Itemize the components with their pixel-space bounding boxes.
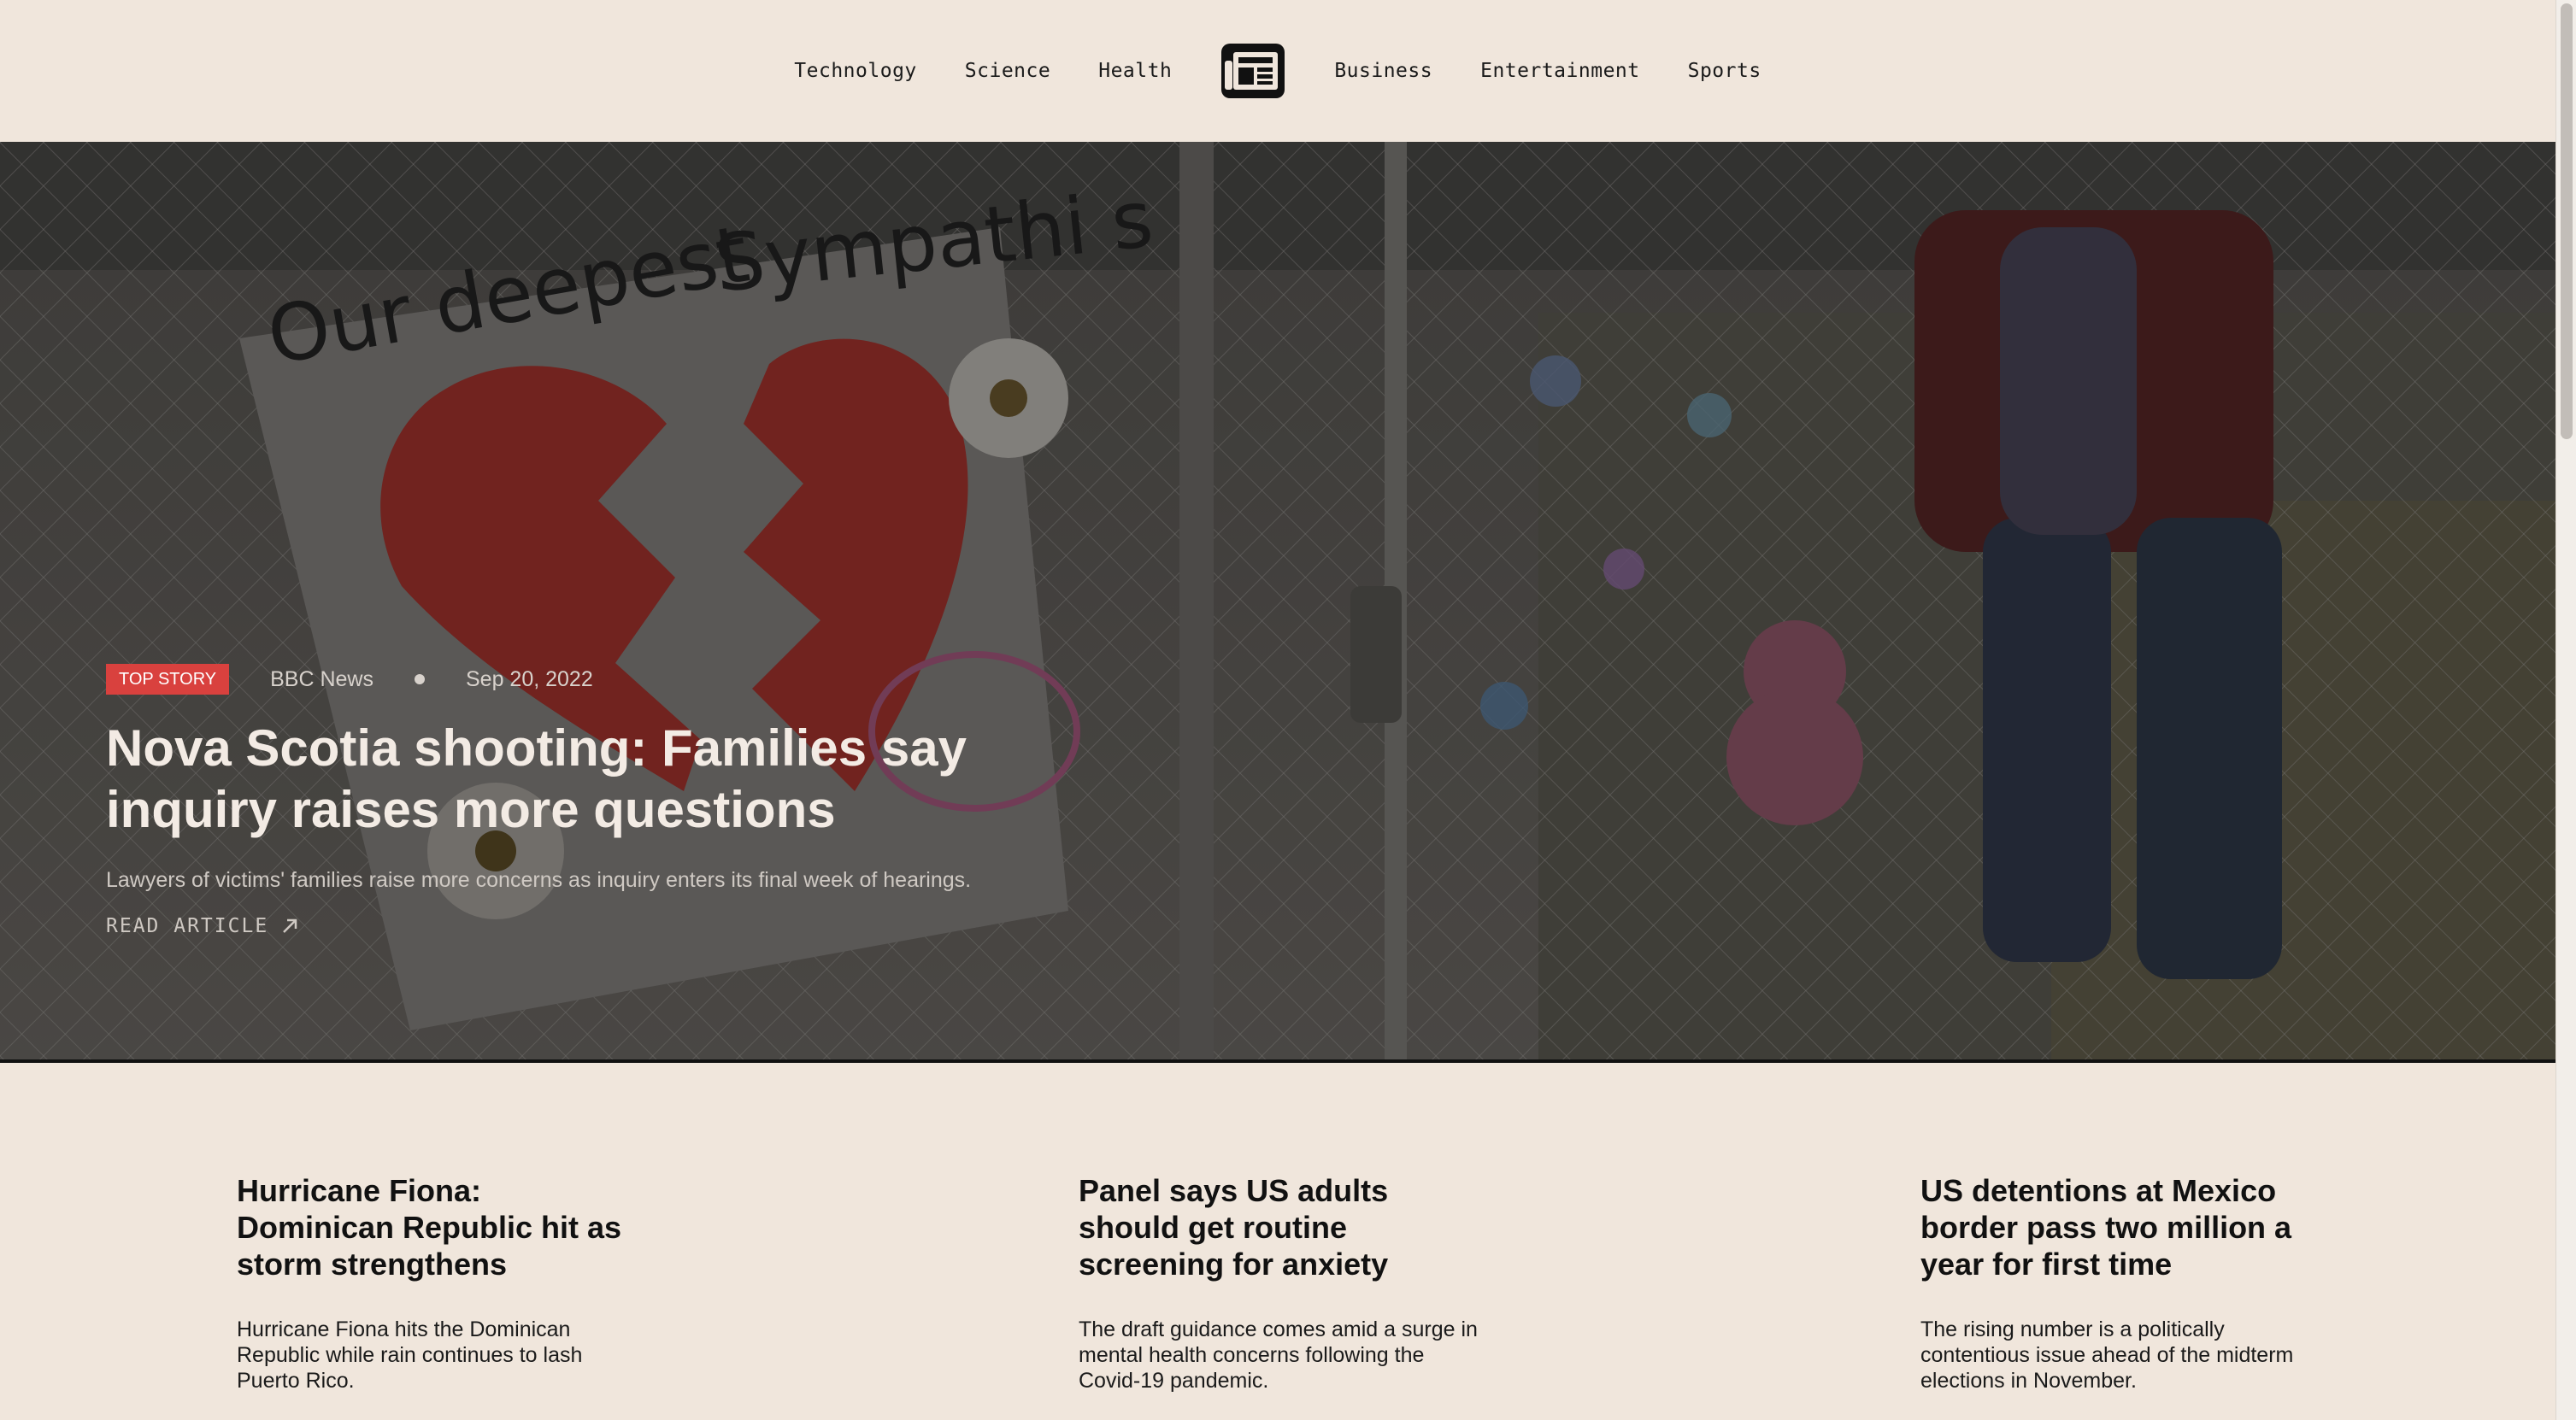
top-nav: Technology Science Health Business Enter…: [0, 0, 2555, 142]
newspaper-icon[interactable]: [1220, 42, 1286, 100]
article-description: Hurricane Fiona hits the Dominican Repub…: [237, 1317, 583, 1393]
hero-date: Sep 20, 2022: [466, 666, 593, 691]
hero-title[interactable]: Nova Scotia shooting: Families say inqui…: [106, 718, 1003, 841]
article-title[interactable]: Hurricane Fiona: Dominican Republic hit …: [237, 1172, 647, 1282]
article-card[interactable]: Hurricane Fiona: Dominican Republic hit …: [237, 1172, 647, 1394]
hero-source: BBC News: [270, 666, 373, 691]
article-description: The rising number is a politically conte…: [1920, 1317, 2294, 1393]
nav-item-health[interactable]: Health: [1098, 60, 1172, 82]
nav-item-business[interactable]: Business: [1334, 60, 1432, 82]
hero-meta: TOP STORY BBC News Sep 20, 2022: [106, 663, 1132, 695]
article-title[interactable]: Panel says US adults should get routine …: [1079, 1172, 1489, 1282]
vertical-scrollbar[interactable]: [2555, 0, 2576, 1420]
nav-item-science[interactable]: Science: [965, 60, 1050, 82]
nav-item-sports[interactable]: Sports: [1688, 60, 1761, 82]
hero-description: Lawyers of victims' families raise more …: [106, 868, 972, 892]
article-card[interactable]: US detentions at Mexico border pass two …: [1920, 1172, 2331, 1394]
nav-item-technology[interactable]: Technology: [794, 60, 916, 82]
top-story-badge: TOP STORY: [106, 664, 230, 695]
article-title[interactable]: US detentions at Mexico border pass two …: [1920, 1172, 2331, 1282]
read-article-link[interactable]: READ ARTICLE: [106, 915, 299, 937]
meta-separator-dot: [415, 674, 425, 684]
scrollbar-thumb[interactable]: [2561, 3, 2573, 439]
nav-item-entertainment[interactable]: Entertainment: [1480, 60, 1640, 82]
arrow-up-right-icon: [283, 918, 297, 933]
article-description: The draft guidance comes amid a surge in…: [1079, 1317, 1478, 1393]
article-card[interactable]: Panel says US adults should get routine …: [1079, 1172, 1489, 1394]
hero-banner[interactable]: Our deepest Sympathi s TOP STORY BBC New…: [0, 142, 2555, 1063]
read-article-label: READ ARTICLE: [106, 915, 269, 937]
hero-content: TOP STORY BBC News Sep 20, 2022 Nova Sco…: [106, 663, 1132, 937]
